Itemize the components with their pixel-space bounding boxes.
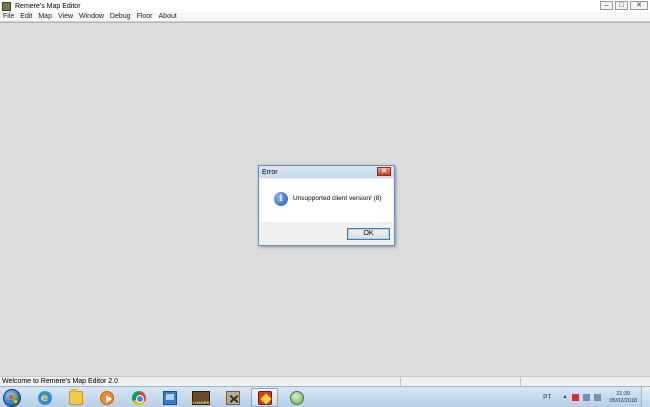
clock[interactable]: 21:39 05/02/2018 (609, 391, 637, 405)
maximize-button[interactable]: □ (615, 1, 628, 10)
taskbar-ie[interactable]: e (31, 388, 58, 407)
menu-floor[interactable]: Floor (134, 13, 156, 20)
app-icon (2, 1, 11, 11)
map-editor-icon (257, 390, 272, 405)
windows-logo-icon (9, 395, 17, 403)
network-icon[interactable] (583, 394, 591, 401)
language-indicator[interactable]: PT (543, 394, 551, 401)
taskbar-media-player[interactable] (93, 388, 120, 407)
status-bar: Welcome to Remere's Map Editor 2.0 (0, 376, 650, 386)
dialog-close-button[interactable]: ✕ (377, 167, 391, 176)
window-titlebar[interactable]: Remere's Map Editor – □ ✕ (0, 0, 650, 12)
status-text: Welcome to Remere's Map Editor 2.0 (2, 378, 118, 385)
menu-debug[interactable]: Debug (107, 13, 134, 20)
taskbar-monitor[interactable] (156, 388, 183, 407)
media-player-icon (99, 390, 114, 405)
clock-date: 05/02/2018 (609, 397, 637, 404)
volume-icon[interactable] (594, 394, 602, 401)
taskbar-loader[interactable]: LOADER (187, 388, 214, 407)
window-title: Remere's Map Editor (15, 2, 81, 10)
taskbar-map-tool[interactable] (219, 388, 246, 407)
minimize-button[interactable]: – (600, 1, 613, 10)
menu-file[interactable]: File (0, 13, 17, 20)
dialog-titlebar[interactable]: Error (259, 166, 394, 178)
menu-window[interactable]: Window (76, 13, 107, 20)
loader-icon: LOADER (191, 390, 210, 405)
chrome-icon (131, 390, 146, 405)
close-button[interactable]: ✕ (630, 1, 648, 10)
folder-icon (68, 388, 83, 405)
show-desktop-button[interactable] (641, 387, 650, 407)
taskbar-globe-app[interactable] (283, 388, 310, 407)
map-tool-icon (225, 390, 240, 405)
clock-time: 21:39 (616, 390, 631, 397)
globe-icon (289, 390, 304, 405)
taskbar: e LOADER PT ▴ 21:39 05/02/2018 (0, 386, 650, 407)
action-center-flag-icon[interactable] (572, 394, 580, 401)
window-controls: – □ ✕ (598, 1, 648, 10)
menu-edit[interactable]: Edit (17, 13, 35, 20)
dialog-message: Unsupported client version! (8) (293, 195, 382, 202)
monitor-icon (162, 390, 177, 405)
taskbar-chrome[interactable] (125, 388, 152, 407)
dialog-body: i Unsupported client version! (8) (260, 179, 393, 222)
menu-about[interactable]: About (156, 13, 180, 20)
status-separator (520, 378, 521, 386)
start-button[interactable] (3, 389, 21, 407)
status-separator (400, 378, 401, 386)
menu-bar: File Edit Map View Window Debug Floor Ab… (0, 12, 650, 22)
info-icon: i (274, 192, 288, 206)
system-tray: PT ▴ 21:39 05/02/2018 (543, 387, 650, 407)
taskbar-map-editor[interactable] (251, 388, 278, 407)
dialog-title: Error (262, 168, 278, 176)
taskbar-explorer[interactable] (62, 388, 89, 407)
menu-map[interactable]: Map (35, 13, 55, 20)
menu-view[interactable]: View (55, 13, 76, 20)
ok-button[interactable]: OK (347, 228, 390, 240)
internet-explorer-icon: e (37, 390, 52, 405)
error-dialog: Error ✕ i Unsupported client version! (8… (258, 165, 395, 246)
show-hidden-icons-icon[interactable]: ▴ (561, 394, 568, 401)
